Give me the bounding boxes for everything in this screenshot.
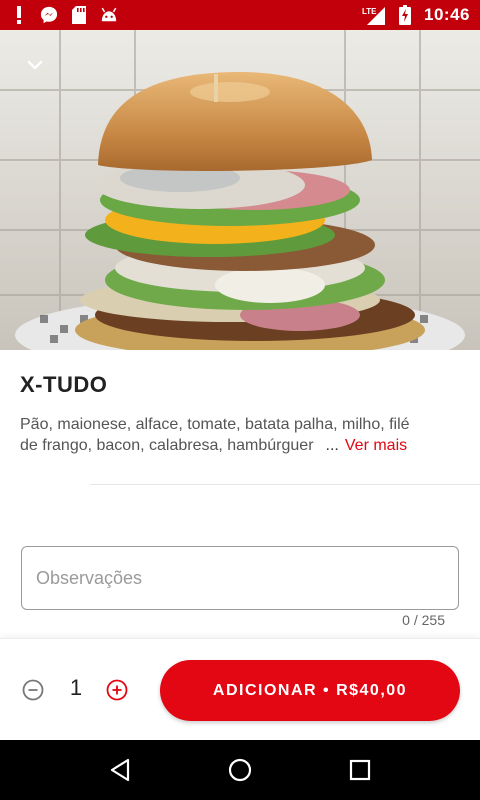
back-icon (110, 758, 130, 782)
quantity-value: 1 (69, 675, 83, 700)
recents-button[interactable] (345, 755, 375, 785)
messenger-icon (40, 6, 58, 24)
android-icon (100, 6, 118, 24)
signal-icon: LTE (362, 6, 386, 25)
sd-card-icon (70, 6, 88, 24)
navigation-bar (0, 740, 480, 800)
section-divider (90, 484, 480, 485)
see-more-link[interactable]: Ver mais (345, 435, 407, 456)
recents-icon (349, 759, 371, 781)
back-button[interactable] (105, 755, 135, 785)
decrease-quantity-button[interactable] (22, 679, 44, 701)
description-line-2: de frango, bacon, calabresa, hambúrguer (20, 437, 314, 454)
description-line-1: Pão, maionese, alface, tomate, batata pa… (20, 416, 410, 433)
product-description: Pão, maionese, alface, tomate, batata pa… (20, 414, 462, 456)
collapse-button[interactable] (18, 52, 52, 78)
alert-icon (10, 6, 28, 24)
chevron-down-icon (27, 60, 43, 70)
observations-input[interactable] (36, 567, 444, 589)
product-title: X-TUDO (20, 372, 108, 397)
description-line-2-row: de frango, bacon, calabresa, hambúrguer … (20, 435, 462, 456)
burger-photo (0, 30, 480, 350)
home-icon (228, 758, 252, 782)
add-to-cart-bar: 1 ADICIONAR • R$40,00 (0, 638, 480, 740)
observations-field[interactable] (21, 546, 459, 610)
status-bar-left (10, 6, 118, 24)
status-bar-right: LTE 10:46 (362, 5, 470, 25)
network-type-label: LTE (362, 7, 377, 16)
clock: 10:46 (424, 5, 470, 24)
increase-quantity-button[interactable] (106, 679, 128, 701)
product-image (0, 30, 480, 350)
description-ellipsis: ... (325, 437, 339, 454)
add-to-cart-button[interactable]: ADICIONAR • R$40,00 (160, 660, 460, 721)
home-button[interactable] (225, 755, 255, 785)
status-bar: LTE 10:46 (0, 0, 480, 30)
observations-char-counter: 0 / 255 (402, 612, 445, 628)
battery-charging-icon (396, 5, 414, 25)
app-screen: LTE 10:46 X-TUDO Pão, maionese, alface, … (0, 0, 480, 800)
